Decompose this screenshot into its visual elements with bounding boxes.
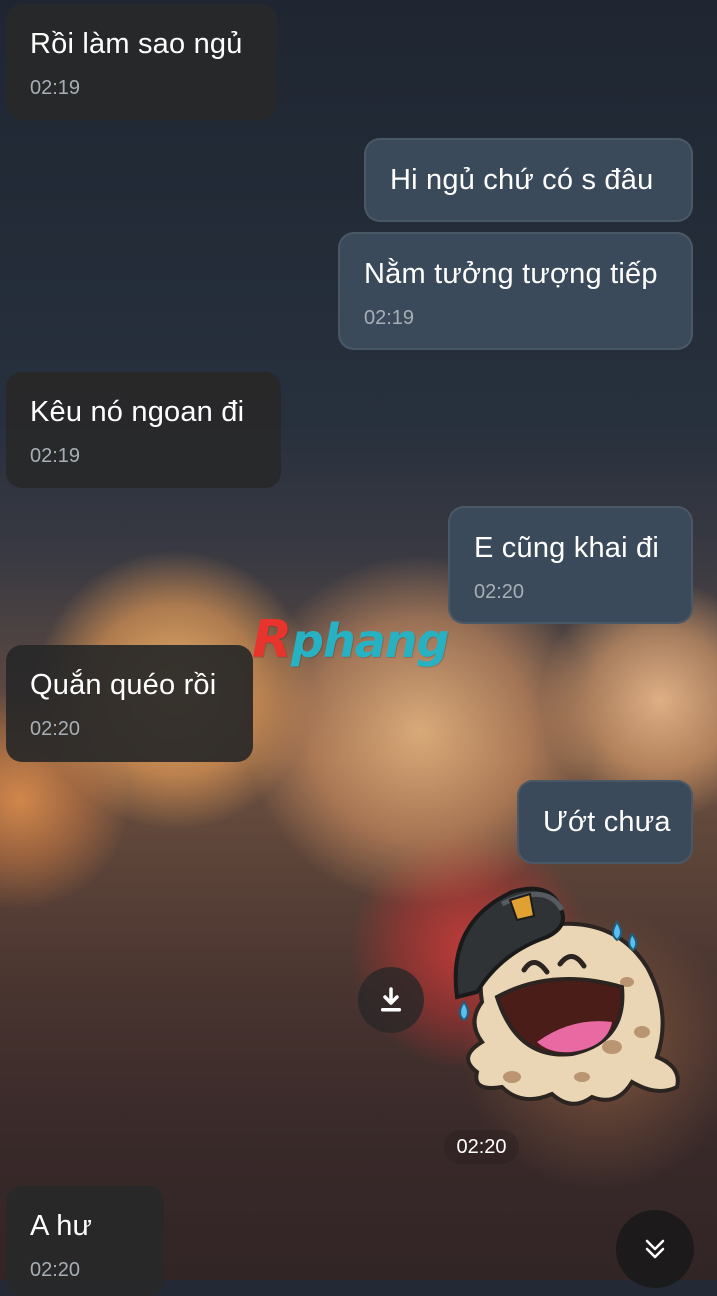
- message-text: Hi ngủ chứ có s đâu: [390, 164, 654, 196]
- scroll-to-bottom-button[interactable]: [616, 1210, 694, 1288]
- download-button[interactable]: [358, 967, 424, 1033]
- message-bubble-outgoing[interactable]: E cũng khai đi 02:20: [448, 506, 693, 624]
- download-icon: [381, 987, 401, 1012]
- message-text: Ướt chưa: [543, 806, 671, 838]
- message-time: 02:19: [30, 77, 81, 99]
- message-bubble-incoming[interactable]: Kêu nó ngoan đi 02:19: [6, 372, 281, 488]
- message-text: A hư: [30, 1210, 93, 1242]
- message-text: Kêu nó ngoan đi: [30, 396, 245, 428]
- message-text: Nằm tưởng tượng tiếp: [364, 258, 658, 290]
- message-bubble-outgoing[interactable]: Nằm tưởng tượng tiếp 02:19: [338, 232, 693, 350]
- message-text: Quắn quéo rồi: [30, 669, 217, 701]
- message-bubble-outgoing[interactable]: Hi ngủ chứ có s đâu: [364, 138, 693, 222]
- laughing-soldier-sticker[interactable]: [442, 882, 687, 1117]
- double-chevron-down-icon: [645, 1239, 665, 1259]
- watermark-text: phang: [291, 614, 449, 668]
- message-time: 02:19: [364, 307, 415, 329]
- watermark-letter: R: [252, 610, 292, 670]
- message-time: 02:20: [30, 1259, 81, 1281]
- message-text: E cũng khai đi: [474, 532, 659, 564]
- message-bubble-incoming[interactable]: Rồi làm sao ngủ 02:19: [6, 4, 277, 120]
- message-text: Rồi làm sao ngủ: [30, 28, 243, 60]
- message-bubble-outgoing[interactable]: Ướt chưa: [517, 780, 693, 864]
- watermark-logo: Rphang: [252, 610, 449, 670]
- message-time: 02:20: [30, 718, 81, 740]
- message-bubble-incoming[interactable]: Quắn quéo rồi 02:20: [6, 645, 253, 762]
- sticker-time: 02:20: [444, 1130, 519, 1164]
- message-time: 02:19: [30, 445, 81, 467]
- message-time: 02:20: [474, 581, 525, 603]
